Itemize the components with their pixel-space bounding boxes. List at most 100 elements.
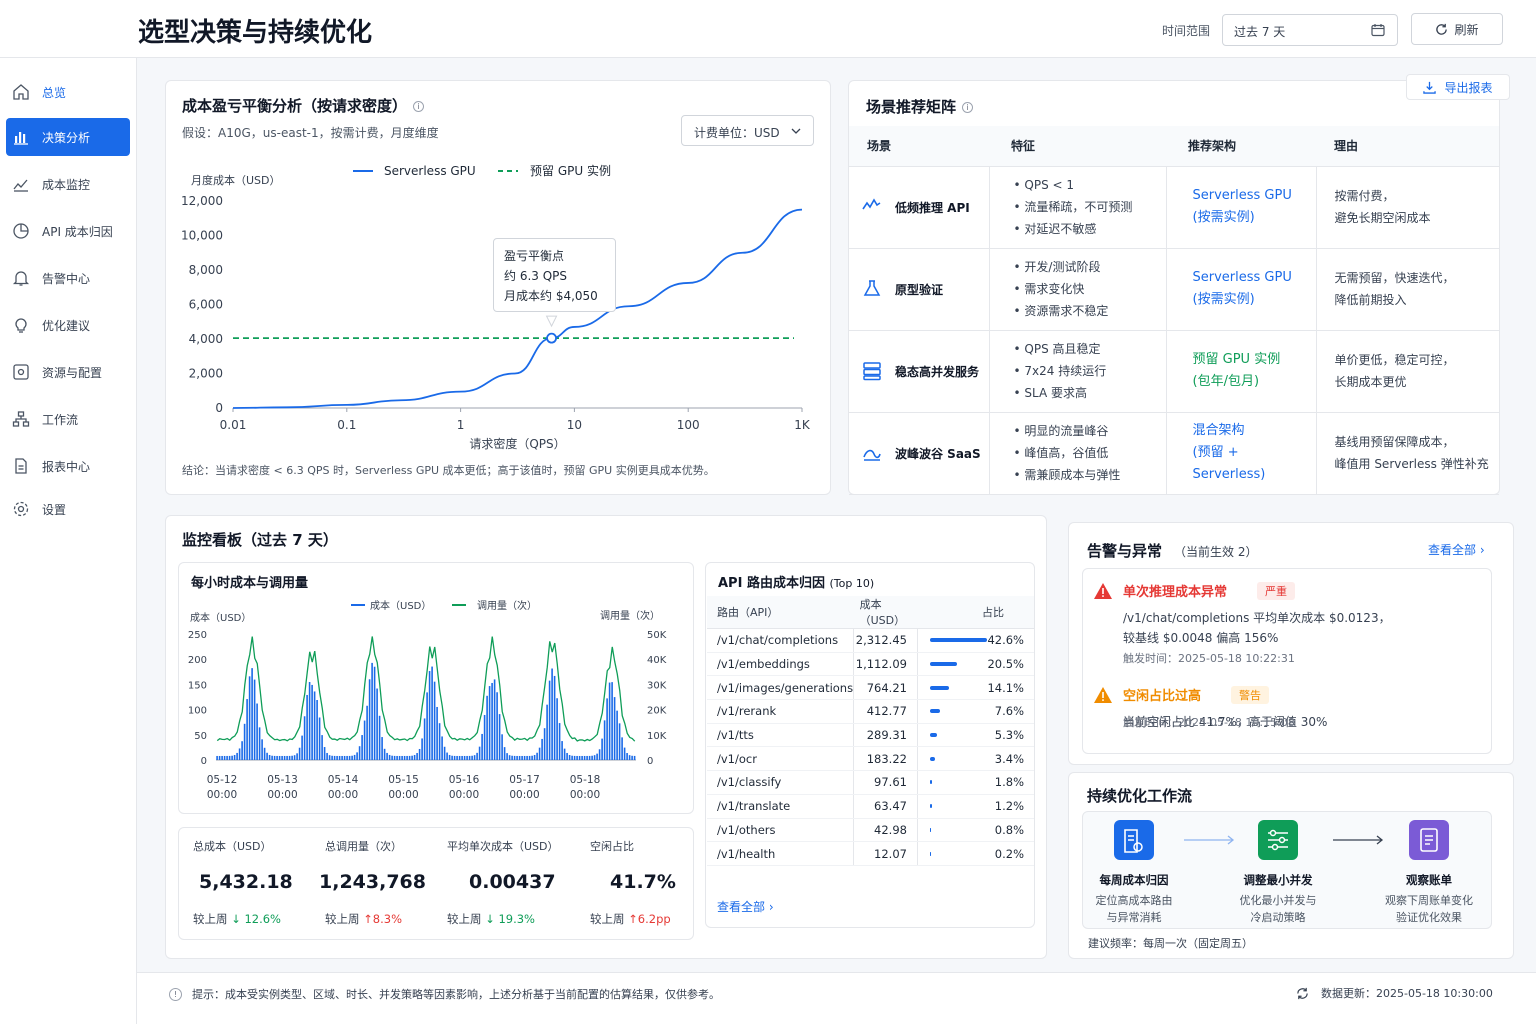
scenario-cell: 稳态高并发服务 xyxy=(849,330,990,413)
tooltip-line: 月成本约 $4,050 xyxy=(504,289,598,303)
server-icon xyxy=(863,362,881,381)
share-bar xyxy=(929,709,941,714)
share-bar-cell xyxy=(917,746,988,772)
route-path: /v1/chat/completions xyxy=(707,628,855,653)
cost-bar xyxy=(566,752,568,760)
refresh-button[interactable]: 刷新 xyxy=(1411,13,1503,45)
tick-label: 12,000 xyxy=(181,194,223,208)
route-path: /v1/ocr xyxy=(707,746,855,772)
cost-bar xyxy=(313,691,316,760)
workflow-step: 每周成本归因 定位高成本路由 与异常消耗 xyxy=(1068,820,1200,926)
tick-label: 0 xyxy=(647,756,653,767)
info-icon[interactable]: i xyxy=(413,101,425,112)
step-desc-line: 定位高成本路由 xyxy=(1095,894,1173,907)
alerts-subtitle: （当前生效 2） xyxy=(1174,545,1258,559)
sidebar-item-label: 总览 xyxy=(42,85,67,100)
workflow-title: 持续优化工作流 xyxy=(1087,787,1193,805)
sidebar-item-suggestions[interactable]: 优化建议 xyxy=(6,306,130,344)
y-axis-label-left: 成本（USD） xyxy=(190,611,251,624)
cost-bar xyxy=(246,699,248,760)
sidebar-item-resources[interactable]: 资源与配置 xyxy=(6,353,130,391)
feature-item: • 需兼顾成本与弹性 xyxy=(1013,468,1121,482)
cost-bar xyxy=(298,747,301,760)
alerts-view-all-link[interactable]: 查看全部 › xyxy=(1428,541,1485,558)
reason-line: 降低前期投入 xyxy=(1334,293,1407,307)
table-row: /v1/translate 63.47 1.2% xyxy=(707,794,1034,819)
sidebar-item-settings[interactable]: 设置 xyxy=(6,490,130,528)
flask-icon xyxy=(863,280,881,296)
cost-bar xyxy=(516,755,518,760)
sidebar-item-cost-monitor[interactable]: 成本监控 xyxy=(6,165,130,203)
cost-bar xyxy=(543,728,546,760)
stat-delta-value: ↓ 19.3% xyxy=(485,912,535,926)
alert-header: 单次推理成本异常 严重 xyxy=(1093,581,1483,600)
sidebar-item-workflow[interactable]: 工作流 xyxy=(6,400,130,438)
sync-icon[interactable] xyxy=(1296,987,1309,1000)
footer-tip-text: 提示：成本受实例类型、区域、时长、并发策略等因素影响，上述分析基于当前配置的估算… xyxy=(192,988,720,1001)
info-icon[interactable]: i xyxy=(962,102,974,113)
cost-bar xyxy=(603,720,606,760)
feature-text: SLA 要求高 xyxy=(1024,386,1088,400)
cost-bar xyxy=(216,755,218,760)
stat-delta: 较上周 ↑8.3% xyxy=(325,911,453,927)
cost-bar xyxy=(323,747,326,760)
warning-icon xyxy=(1094,582,1112,599)
cost-bar xyxy=(271,755,273,760)
route-cost: 2,312.45 xyxy=(853,628,918,653)
tick-label: 05-16 xyxy=(449,774,480,786)
step-desc-line: 优化最小并发与 xyxy=(1239,894,1317,907)
sidebar-item-label: 决策分析 xyxy=(42,130,91,145)
table-row: 原型验证 • 开发/测试阶段 • 需求变化快 • 资源需求不稳定 Serverles… xyxy=(849,248,1499,331)
architecture-line: (按需实例) xyxy=(1192,292,1255,307)
cost-bar xyxy=(406,755,408,760)
cost-bar xyxy=(458,755,461,760)
sidebar-item-reports[interactable]: 报表中心 xyxy=(6,447,130,485)
sidebar-item-overview[interactable]: 总览 xyxy=(6,73,130,111)
sidebar-item-api-cost[interactable]: API 成本归因 xyxy=(6,212,130,250)
table-row: 波峰波谷 SaaS • 明显的流量峰谷 • 峰值高，谷值低 • 需兼顾成本与弹性 混… xyxy=(849,412,1499,495)
tick-label: 8,000 xyxy=(189,263,223,277)
cost-bar xyxy=(591,755,593,760)
sidebar-item-alerts[interactable]: 告警中心 xyxy=(6,259,130,297)
step-title: 观察账单 xyxy=(1406,873,1452,887)
breakeven-conclusion: 结论：当请求密度 < 6.3 QPS 时，Serverless GPU 成本更低… xyxy=(182,464,715,477)
cost-bar xyxy=(361,735,363,760)
alert-item[interactable]: 单次推理成本异常 严重 /v1/chat/completions 平均单次成本 … xyxy=(1093,581,1483,666)
stat-value: 0.00437 xyxy=(469,871,556,893)
unit-select[interactable]: 计费单位：USD xyxy=(681,115,814,146)
sidebar-item-decision[interactable]: 决策分析 xyxy=(6,118,130,156)
cost-bar xyxy=(286,755,288,760)
route-pct: 3.4% xyxy=(987,746,1034,772)
stat-label: 总调用量（次） xyxy=(325,840,402,853)
export-button[interactable]: 导出报表 xyxy=(1406,74,1510,100)
feature-text: QPS 高且稳定 xyxy=(1024,342,1101,356)
cost-bar xyxy=(281,755,283,760)
sidebar-item-label: API 成本归因 xyxy=(42,224,113,239)
route-view-all-link[interactable]: 查看全部 › xyxy=(717,898,774,915)
cost-bar xyxy=(558,723,561,760)
cost-bar xyxy=(571,755,573,760)
breakeven-title-text: 成本盈亏平衡分析（按请求密度） xyxy=(182,97,408,115)
date-range-picker[interactable]: 过去 7 天 xyxy=(1222,14,1398,46)
cost-bar xyxy=(486,695,488,760)
col-header: 理由 xyxy=(1316,126,1499,167)
tick-label: 05-13 xyxy=(267,774,298,786)
tick-label: 40K xyxy=(647,655,667,666)
cost-bar xyxy=(291,755,293,760)
cost-bar xyxy=(618,723,621,760)
tick-label: 1 xyxy=(457,418,465,432)
scenario-name: 波峰波谷 SaaS xyxy=(895,446,981,461)
cost-bar xyxy=(391,755,393,760)
route-path: /v1/images/generations xyxy=(707,675,855,701)
reason-line: 避免长期空闲成本 xyxy=(1334,211,1431,225)
stat-tile: 空闲占比 41.7% 较上周 ↑6.2pp xyxy=(590,838,718,927)
alert-item[interactable]: 空闲占比过高 警告 当前空闲占比 41.7%，高于阈值 30% 触发时间：202… xyxy=(1093,685,1483,730)
route-cost: 12.07 xyxy=(853,841,918,866)
step-desc-line: 与异常消耗 xyxy=(1106,911,1162,924)
alert-title: 单次推理成本异常 xyxy=(1123,585,1228,600)
activity-icon xyxy=(862,198,881,210)
cost-bar xyxy=(228,755,231,760)
reason-line: 按需付费， xyxy=(1334,189,1395,203)
tick-label: 4,000 xyxy=(189,332,223,346)
cost-bar xyxy=(358,746,361,760)
